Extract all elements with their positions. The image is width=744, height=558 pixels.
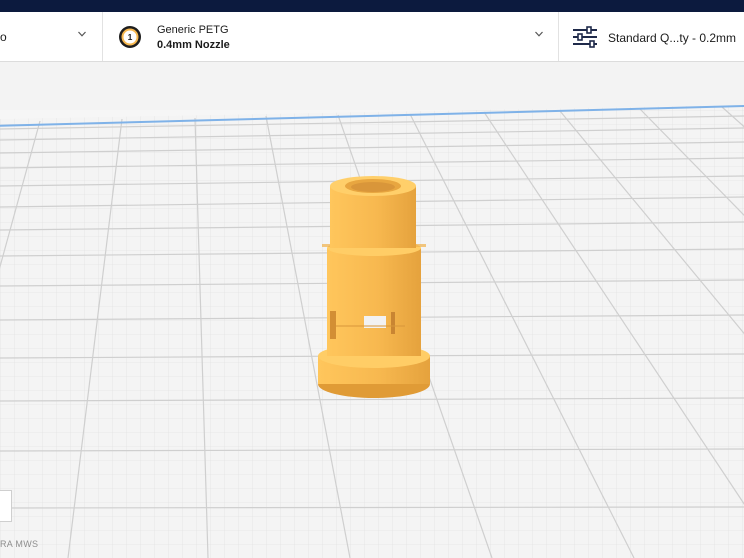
extruder-nozzle-icon: 1: [119, 26, 141, 48]
chevron-down-icon: [535, 31, 543, 37]
machine-label: RA MWS: [0, 539, 39, 549]
nozzle-size: 0.4mm Nozzle: [157, 39, 230, 51]
settings-sliders-icon: [573, 26, 597, 48]
view-control-box[interactable]: [0, 490, 12, 522]
chevron-down-icon: [78, 31, 86, 37]
printer-selector[interactable]: o: [0, 12, 103, 61]
material-selector[interactable]: 1 Generic PETG 0.4mm Nozzle: [103, 12, 559, 61]
print-settings-selector[interactable]: Standard Q...ty - 0.2mm: [559, 12, 744, 61]
print-profile-label: Standard Q...ty - 0.2mm: [608, 31, 737, 45]
window-title-strip: [0, 0, 744, 12]
printer-name: o: [0, 30, 7, 44]
extruder-number: 1: [128, 32, 133, 42]
stage-menu-bar: o 1 Generic PETG 0.4mm Nozzle Standard Q…: [0, 12, 744, 62]
3d-model[interactable]: [318, 176, 430, 398]
build-plate-viewport[interactable]: [0, 96, 744, 558]
material-name: Generic PETG: [157, 24, 229, 36]
